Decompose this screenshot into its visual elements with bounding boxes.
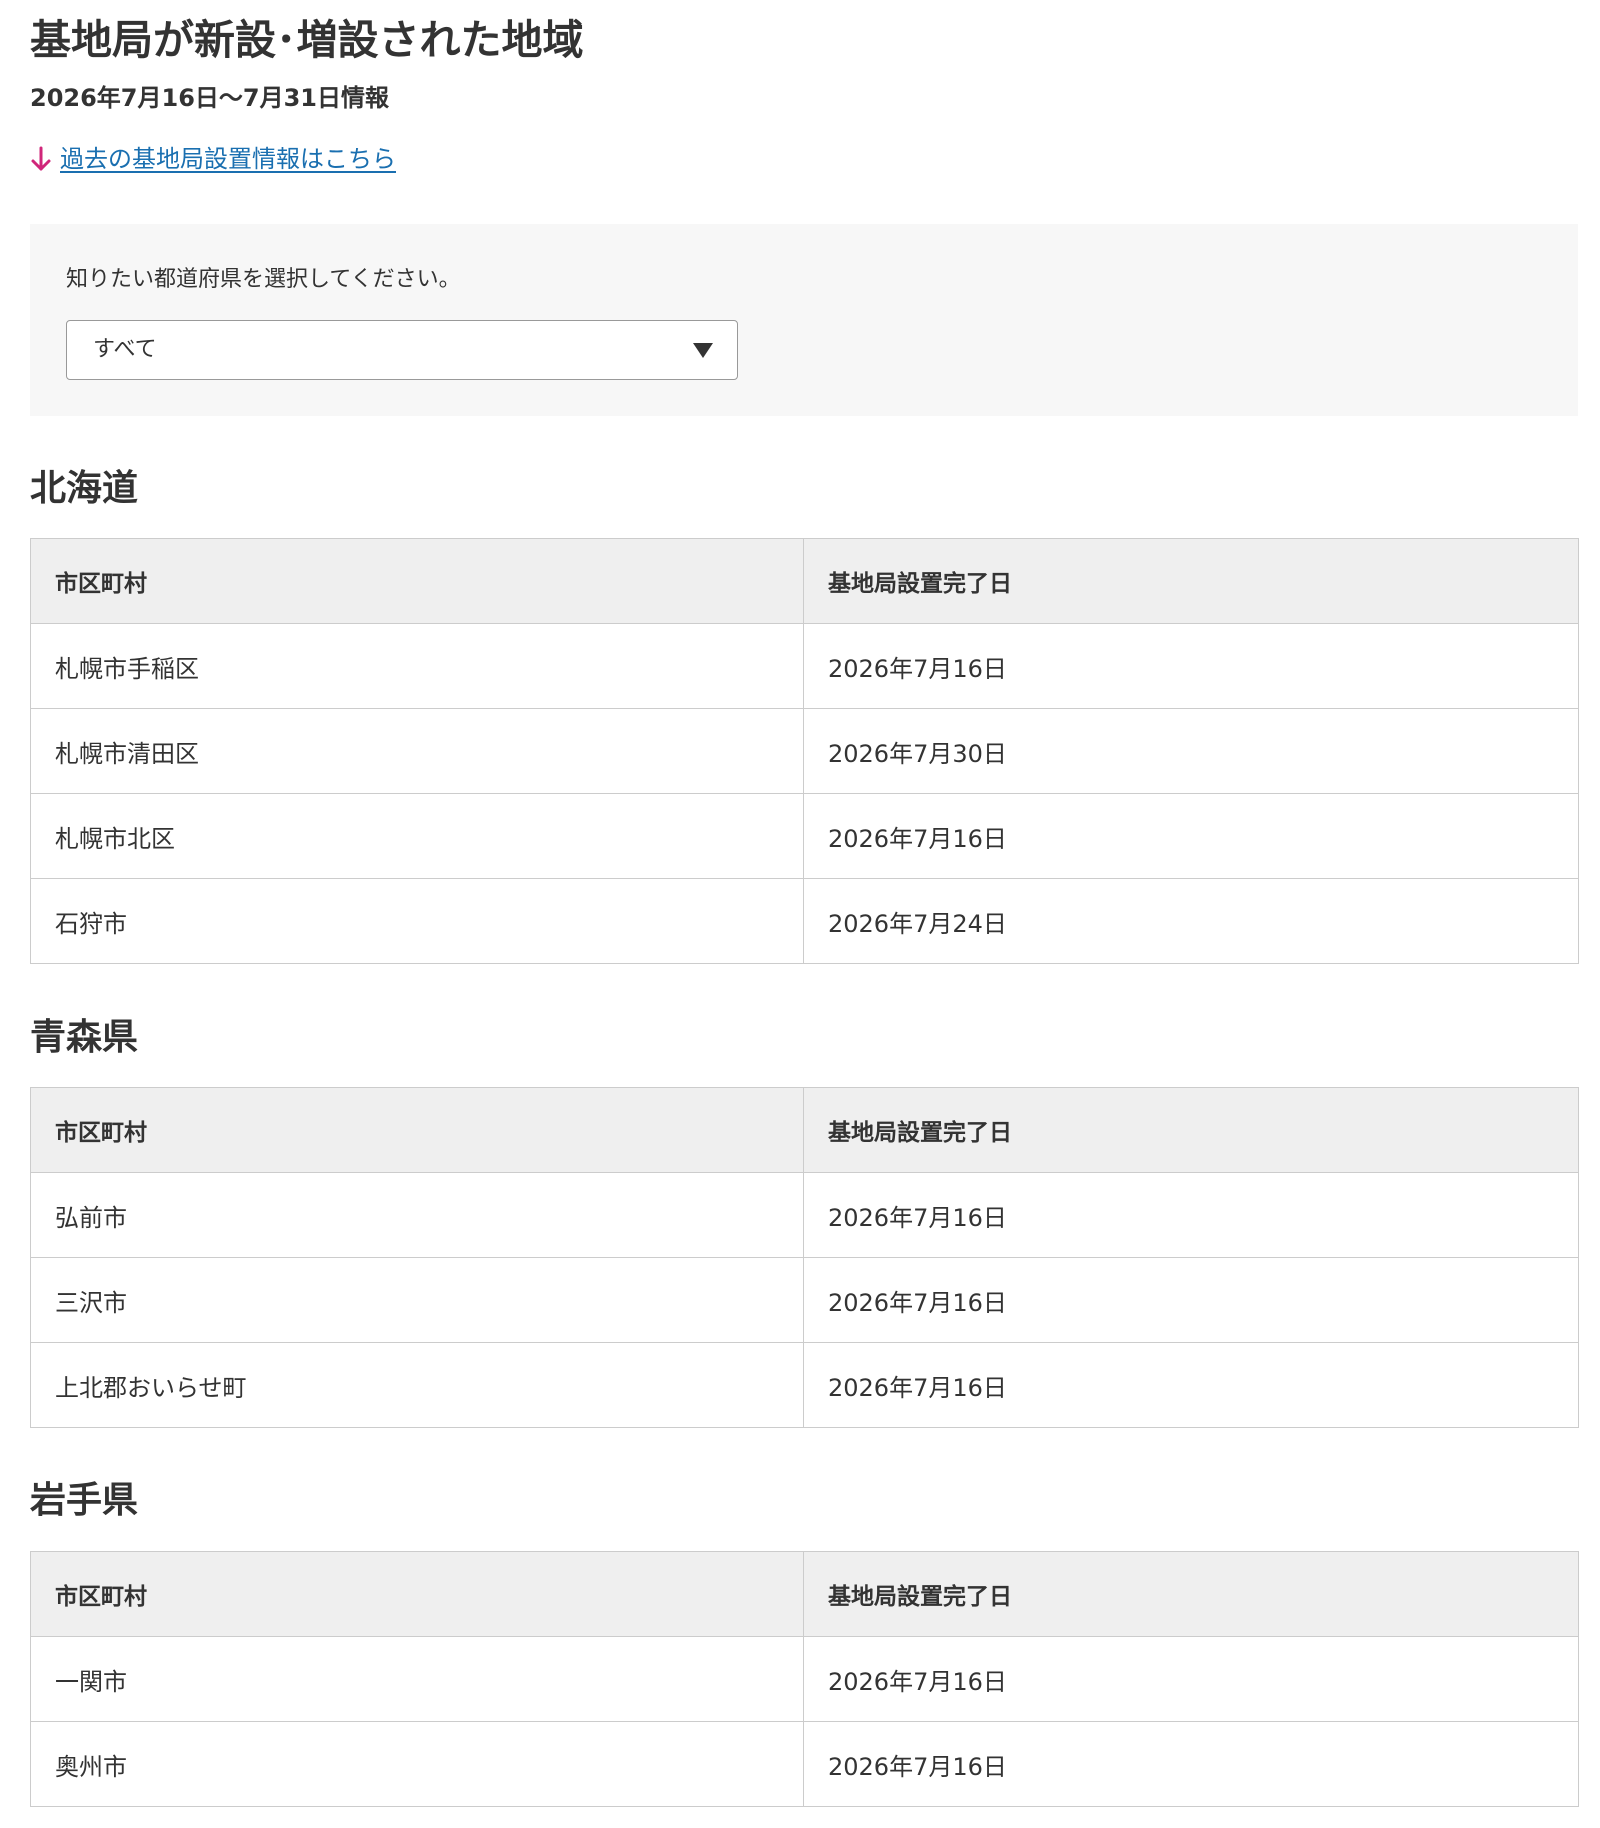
city-cell: 札幌市清田区 (30, 708, 804, 794)
past-info-link[interactable]: 過去の基地局設置情報はこちら (60, 140, 396, 178)
page-title: 基地局が新設･増設された地域 (30, 16, 584, 64)
table-row: 札幌市手稲区 2026年7月16日 (30, 623, 1579, 709)
table-header-row: 市区町村 基地局設置完了日 (30, 538, 1579, 624)
column-header-city: 市区町村 (30, 1551, 804, 1637)
date-cell: 2026年7月16日 (803, 1342, 1579, 1428)
past-info-link-row: 過去の基地局設置情報はこちら (30, 140, 396, 178)
table-row: 三沢市 2026年7月16日 (30, 1257, 1579, 1343)
column-header-date: 基地局設置完了日 (803, 538, 1579, 624)
city-cell: 石狩市 (30, 878, 804, 964)
city-cell: 弘前市 (30, 1172, 804, 1258)
city-cell: 三沢市 (30, 1257, 804, 1343)
date-cell: 2026年7月16日 (803, 1172, 1579, 1258)
select-value: すべて (93, 337, 157, 362)
page: 基地局が新設･増設された地域 2026年7月16日〜7月31日情報 過去の基地局… (0, 0, 1600, 1828)
city-cell: 札幌市北区 (30, 793, 804, 879)
city-cell: 一関市 (30, 1636, 804, 1722)
caret-down-icon (693, 343, 713, 358)
date-cell: 2026年7月24日 (803, 878, 1579, 964)
city-cell: 上北郡おいらせ町 (30, 1342, 804, 1428)
table-row: 弘前市 2026年7月16日 (30, 1172, 1579, 1258)
section-heading-iwate: 岩手県 (30, 1480, 139, 1521)
prefecture-select[interactable]: すべて (66, 320, 738, 380)
table-row: 札幌市清田区 2026年7月30日 (30, 708, 1579, 794)
table-header-row: 市区町村 基地局設置完了日 (30, 1087, 1579, 1173)
region-table-iwate: 市区町村 基地局設置完了日 一関市 2026年7月16日 奥州市 2026年7月… (30, 1551, 1579, 1807)
date-cell: 2026年7月30日 (803, 708, 1579, 794)
table-header-row: 市区町村 基地局設置完了日 (30, 1551, 1579, 1637)
section-heading-aomori: 青森県 (30, 1017, 139, 1058)
city-cell: 札幌市手稲区 (30, 623, 804, 709)
section-heading-hokkaido: 北海道 (30, 468, 139, 509)
arrow-down-icon (31, 146, 51, 171)
region-table-hokkaido: 市区町村 基地局設置完了日 札幌市手稲区 2026年7月16日 札幌市清田区 2… (30, 538, 1579, 964)
table-row: 上北郡おいらせ町 2026年7月16日 (30, 1342, 1579, 1428)
date-cell: 2026年7月16日 (803, 1721, 1579, 1807)
date-cell: 2026年7月16日 (803, 1257, 1579, 1343)
filter-label: 知りたい都道府県を選択してください。 (66, 267, 461, 292)
city-cell: 奥州市 (30, 1721, 804, 1807)
date-cell: 2026年7月16日 (803, 623, 1579, 709)
table-row: 札幌市北区 2026年7月16日 (30, 793, 1579, 879)
column-header-city: 市区町村 (30, 538, 804, 624)
date-cell: 2026年7月16日 (803, 1636, 1579, 1722)
date-cell: 2026年7月16日 (803, 793, 1579, 879)
column-header-date: 基地局設置完了日 (803, 1551, 1579, 1637)
prefecture-filter-panel: 知りたい都道府県を選択してください。 すべて (30, 224, 1578, 416)
table-row: 一関市 2026年7月16日 (30, 1636, 1579, 1722)
region-table-aomori: 市区町村 基地局設置完了日 弘前市 2026年7月16日 三沢市 2026年7月… (30, 1087, 1579, 1428)
column-header-city: 市区町村 (30, 1087, 804, 1173)
column-header-date: 基地局設置完了日 (803, 1087, 1579, 1173)
table-row: 石狩市 2026年7月24日 (30, 878, 1579, 964)
table-row: 奥州市 2026年7月16日 (30, 1721, 1579, 1807)
period-text: 2026年7月16日〜7月31日情報 (30, 84, 389, 112)
